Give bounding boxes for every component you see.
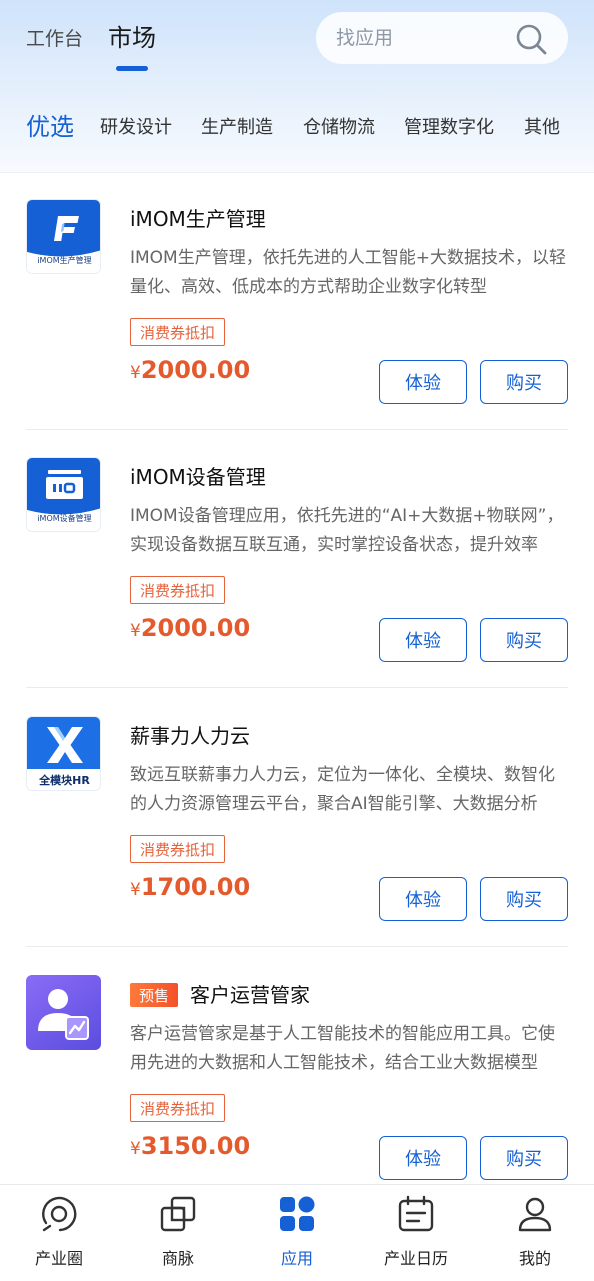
nav-business-network[interactable]: 商脉	[119, 1185, 237, 1281]
price-amount: 2000.00	[140, 356, 251, 384]
buy-button[interactable]: 购买	[480, 877, 568, 921]
nav-label: 应用	[280, 1249, 313, 1268]
app-description: 致远互联薪事力人力云，定位为一体化、全模块、数智化的人力资源管理云平台，聚合AI…	[130, 765, 555, 814]
calendar-icon	[398, 1195, 434, 1232]
app-card[interactable]: iMOM设备管理 iMOM设备管理 IMOM设备管理应用，依托先进的“AI+大数…	[0, 430, 594, 688]
coupon-tag: 消费券抵扣	[130, 318, 226, 346]
price-amount: 3150.00	[140, 1132, 251, 1160]
currency-symbol: ¥	[130, 1139, 141, 1159]
tab-market[interactable]: 市场	[108, 18, 156, 53]
nav-apps[interactable]: 应用	[238, 1185, 356, 1281]
currency-symbol: ¥	[130, 363, 141, 383]
price: ¥2000.00	[130, 356, 250, 384]
search-input[interactable]	[334, 26, 508, 50]
coupon-tag: 消费券抵扣	[130, 835, 226, 863]
app-description: IMOM生产管理，依托先进的人工智能+大数据技术，以轻量化、高效、低成本的方式帮…	[130, 248, 566, 297]
icon-caption: iMOM生产管理	[37, 256, 92, 265]
bottom-nav: 产业圈 商脉 应用 产业日历 我的	[0, 1184, 594, 1281]
app-description: 客户运营管家是基于人工智能技术的智能应用工具。它使用先进的大数据和人工智能技术，…	[130, 1024, 555, 1073]
hr-cloud-app-icon: 全模块HR	[26, 716, 101, 791]
nav-label: 我的	[518, 1249, 551, 1268]
app-description: IMOM设备管理应用，依托先进的“AI+大数据+物联网”，实现设备数据互联互通，…	[130, 506, 564, 555]
app-card[interactable]: 预售 客户运营管家 客户运营管家是基于人工智能技术的智能应用工具。它使用先进的大…	[0, 948, 594, 1206]
card-divider	[26, 687, 568, 688]
card-divider	[26, 946, 568, 947]
price-amount: 2000.00	[140, 614, 251, 642]
category-management-digital[interactable]: 管理数字化	[404, 113, 494, 139]
imom-equipment-app-icon: iMOM设备管理	[26, 457, 101, 532]
price-amount: 1700.00	[140, 873, 251, 901]
try-button[interactable]: 体验	[379, 877, 467, 921]
app-card[interactable]: 全模块HR 薪事力人力云 致远互联薪事力人力云，定位为一体化、全模块、数智化的人…	[0, 689, 594, 947]
nav-label: 商脉	[161, 1249, 194, 1268]
user-icon	[518, 1197, 552, 1232]
try-button[interactable]: 体验	[379, 360, 467, 404]
app-title[interactable]: iMOM设备管理	[130, 461, 266, 490]
header: 工作台 市场 优选 研发设计 生产制造 仓储物流 管理数字化 其他	[0, 0, 594, 172]
buy-button[interactable]: 购买	[480, 1136, 568, 1180]
app-title[interactable]: iMOM生产管理	[130, 203, 266, 232]
icon-caption: iMOM设备管理	[37, 514, 92, 523]
tab-active-indicator	[116, 66, 148, 71]
tab-workbench[interactable]: 工作台	[26, 24, 83, 51]
category-rd-design[interactable]: 研发设计	[100, 113, 172, 139]
app-title[interactable]: 客户运营管家	[190, 979, 310, 1008]
price: ¥1700.00	[130, 873, 250, 901]
price: ¥2000.00	[130, 614, 250, 642]
category-featured[interactable]: 优选	[26, 107, 74, 142]
customer-operations-app-icon	[26, 975, 101, 1050]
try-button[interactable]: 体验	[379, 1136, 467, 1180]
currency-symbol: ¥	[130, 880, 141, 900]
category-logistics[interactable]: 仓储物流	[303, 113, 375, 139]
industry-circle-icon	[42, 1196, 77, 1232]
category-manufacturing[interactable]: 生产制造	[201, 113, 273, 139]
coupon-tag: 消费券抵扣	[130, 1094, 226, 1122]
price: ¥3150.00	[130, 1132, 250, 1160]
search-bar[interactable]	[316, 12, 568, 64]
currency-symbol: ¥	[130, 621, 141, 641]
coupon-tag: 消费券抵扣	[130, 576, 226, 604]
try-button[interactable]: 体验	[379, 618, 467, 662]
nav-label: 产业日历	[383, 1249, 448, 1268]
nav-industry-circle[interactable]: 产业圈	[0, 1185, 118, 1281]
business-network-icon	[160, 1196, 196, 1232]
search-icon[interactable]	[514, 22, 548, 56]
imom-production-app-icon: iMOM生产管理	[26, 199, 101, 274]
nav-label: 产业圈	[34, 1249, 83, 1268]
nav-mine[interactable]: 我的	[476, 1185, 594, 1281]
nav-industry-calendar[interactable]: 产业日历	[357, 1185, 475, 1281]
app-card[interactable]: iMOM生产管理 iMOM生产管理 IMOM生产管理，依托先进的人工智能+大数据…	[0, 172, 594, 430]
icon-caption: 全模块HR	[39, 774, 90, 787]
category-other[interactable]: 其他	[524, 113, 560, 139]
presale-badge: 预售	[130, 983, 178, 1007]
apps-grid-icon	[280, 1196, 315, 1231]
buy-button[interactable]: 购买	[480, 360, 568, 404]
buy-button[interactable]: 购买	[480, 618, 568, 662]
app-title[interactable]: 薪事力人力云	[130, 720, 250, 749]
